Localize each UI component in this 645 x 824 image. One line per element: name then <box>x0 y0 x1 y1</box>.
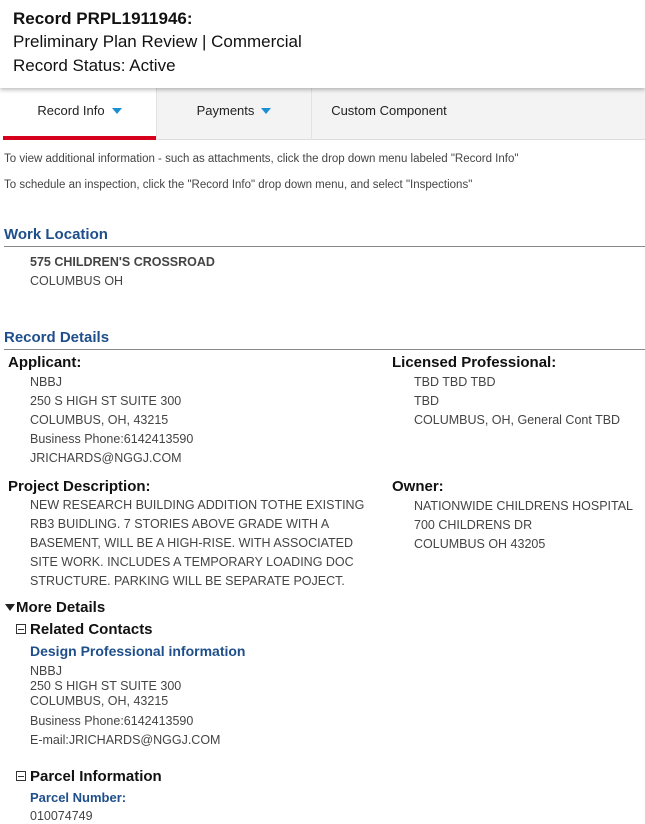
tab-payments[interactable]: Payments <box>156 88 311 140</box>
applicant-phone: Business Phone:6142413590 <box>30 432 194 446</box>
project-description-text: NEW RESEARCH BUILDING ADDITION TOTHE EXI… <box>30 496 375 591</box>
record-title: Record PRPL1911946: <box>13 9 193 28</box>
record-details-title: Record Details <box>4 329 645 350</box>
applicant-email: JRICHARDS@NGGJ.COM <box>30 451 182 465</box>
tab-record-info[interactable]: Record Info <box>3 88 156 140</box>
description-line: STRUCTURE. PARKING WILL BE SEPARATE POJE… <box>30 574 345 588</box>
owner-name: NATIONWIDE CHILDRENS HOSPITAL <box>414 499 634 513</box>
design-professional-heading: Design Professional information <box>30 643 246 659</box>
contact-email: E-mail:JRICHARDS@NGGJ.COM <box>30 733 221 747</box>
applicant-city: COLUMBUS, OH, 43215 <box>30 413 169 427</box>
licensed-professional-name: TBD TBD TBD <box>414 375 496 389</box>
related-contacts-toggle[interactable]: Related Contacts <box>16 621 153 638</box>
owner-city: COLUMBUS OH 43205 <box>414 537 546 551</box>
description-line: NEW RESEARCH BUILDING ADDITION TOTHE EXI… <box>30 498 365 512</box>
triangle-down-icon <box>5 604 15 611</box>
collapse-icon <box>16 771 26 781</box>
description-line: RB3 BUIDLING. 7 STORIES ABOVE GRADE WITH… <box>30 517 330 531</box>
tab-record-info-label: Record Info <box>37 103 105 118</box>
tab-payments-label: Payments <box>196 103 255 118</box>
work-location-address1: 575 CHILDREN'S CROSSROAD <box>30 255 215 269</box>
tab-custom-component-label: Custom Component <box>331 103 447 118</box>
applicant-label: Applicant: <box>8 354 82 371</box>
parcel-information-label: Parcel Information <box>30 768 162 785</box>
licensed-professional-label: Licensed Professional: <box>392 354 557 371</box>
work-location-address2: COLUMBUS OH <box>30 274 124 288</box>
info-note: To view additional information - such as… <box>4 153 519 165</box>
applicant-street: 250 S HIGH ST SUITE 300 <box>30 394 182 408</box>
caret-down-icon <box>111 108 122 114</box>
contact-phone: Business Phone:6142413590 <box>30 714 194 728</box>
record-status: Record Status: Active <box>13 56 176 75</box>
record-tabs: Record Info Payments Custom Component <box>3 88 645 140</box>
project-description-label: Project Description: <box>8 478 151 495</box>
contact-name: NBBJ <box>30 664 62 678</box>
collapse-icon <box>16 624 26 634</box>
owner-label: Owner: <box>392 478 444 495</box>
record-header: Record PRPL1911946: Preliminary Plan Rev… <box>0 0 645 88</box>
licensed-professional-city: COLUMBUS, OH, General Cont TBD <box>414 413 621 427</box>
work-location-title: Work Location <box>4 226 645 247</box>
more-details-label: More Details <box>16 599 106 616</box>
owner-street: 700 CHILDRENS DR <box>414 518 533 532</box>
contact-city: COLUMBUS, OH, 43215 <box>30 694 169 708</box>
contact-street: 250 S HIGH ST SUITE 300 <box>30 679 182 693</box>
parcel-number-heading: Parcel Number: <box>30 790 127 805</box>
parcel-information-toggle[interactable]: Parcel Information <box>16 768 162 785</box>
tab-custom-component[interactable]: Custom Component <box>311 88 466 140</box>
more-details-toggle[interactable]: More Details <box>5 599 105 616</box>
inspection-note: To schedule an inspection, click the "Re… <box>4 179 473 191</box>
record-type: Preliminary Plan Review | Commercial <box>13 32 302 51</box>
caret-down-icon <box>261 108 272 114</box>
description-line: BASEMENT, WILL BE A HIGH-RISE. WITH ASSO… <box>30 536 353 550</box>
licensed-professional-company: TBD <box>414 394 439 408</box>
related-contacts-label: Related Contacts <box>30 621 153 638</box>
applicant-name: NBBJ <box>30 375 62 389</box>
description-line: SITE WORK. INCLUDES A TEMPORARY LOADING … <box>30 555 354 569</box>
parcel-number: 010074749 <box>30 809 93 823</box>
